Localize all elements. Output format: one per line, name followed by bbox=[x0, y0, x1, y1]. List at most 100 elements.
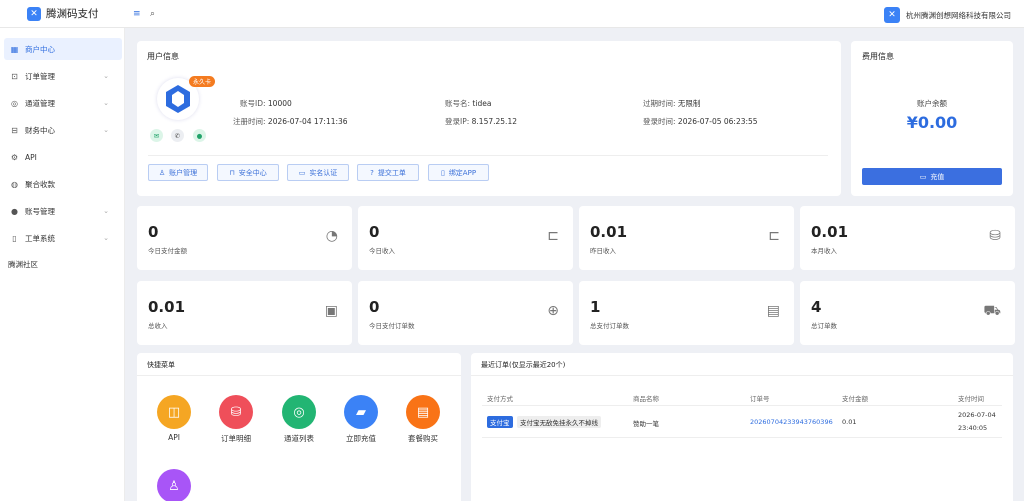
chip-icon: ◫ bbox=[157, 395, 191, 429]
sidebar-item-label: 聚合收款 bbox=[25, 179, 55, 189]
target-icon: ⊕ bbox=[547, 303, 559, 319]
sidebar-item-channels[interactable]: ◎ 通道管理 ⌄ bbox=[0, 92, 125, 114]
coins-icon: ⛁ bbox=[989, 228, 1001, 244]
quick-item-package[interactable]: ▤ 套餐购买 bbox=[403, 395, 443, 444]
stat-label: 总收入 bbox=[148, 322, 168, 330]
stat-label: 今日收入 bbox=[369, 247, 395, 255]
phone-icon[interactable]: ✆ bbox=[171, 129, 184, 142]
company[interactable]: ✕ 杭州腾渊创想网络科技有限公司 bbox=[884, 7, 1011, 23]
account-management-button[interactable]: ♙ 账户管理 bbox=[148, 164, 208, 181]
login-ip: 登录IP: 8.157.25.12 bbox=[445, 117, 517, 126]
cash-icon: ▣ bbox=[324, 303, 338, 319]
quick-item-label: 套餐购买 bbox=[408, 434, 438, 443]
lifebuoy-icon: ◎ bbox=[282, 395, 316, 429]
quick-item-label: 立即充值 bbox=[346, 434, 376, 443]
clipboard-icon: ▤ bbox=[406, 395, 440, 429]
stat-card: 4 总订单数 ⛟ bbox=[800, 281, 1015, 345]
bind-app-button[interactable]: ▯ 绑定APP bbox=[428, 164, 489, 181]
divider bbox=[471, 375, 1013, 376]
sidebar-item-aggregate[interactable]: ◍ 聚合收款 bbox=[0, 173, 125, 195]
payment-method-note: 支付宝无敌免挂永久不掉线 bbox=[517, 416, 601, 428]
id-card-icon: ▭ bbox=[298, 168, 306, 177]
lock-icon: ⊓ bbox=[229, 168, 235, 177]
stat-value: 0.01 bbox=[590, 223, 628, 241]
menu-toggle-icon[interactable]: ≡ bbox=[133, 9, 141, 19]
stat-card: 0.01 昨日收入 ⊏ bbox=[579, 206, 794, 270]
register-time: 注册时间: 2026-07-04 17:11:36 bbox=[233, 117, 348, 126]
payment-time: 23:40:05 bbox=[958, 424, 988, 432]
stat-value: 0 bbox=[148, 223, 159, 241]
email-icon[interactable]: ✉ bbox=[150, 129, 163, 142]
sidebar-item-finance[interactable]: ⊟ 财务中心 ⌄ bbox=[0, 119, 125, 141]
stat-card: 0 今日收入 ⊏ bbox=[358, 206, 573, 270]
user-icon: ♙ bbox=[158, 168, 166, 177]
sidebar-item-tickets[interactable]: ▯ 工单系统 ⌄ bbox=[0, 227, 125, 249]
column-header: 支付金额 bbox=[842, 395, 868, 403]
quick-item-channel-list[interactable]: ◎ 通道列表 bbox=[279, 395, 319, 444]
quick-item-order-details[interactable]: ⛁ 订单明细 bbox=[216, 395, 256, 444]
submit-ticket-button[interactable]: ? 提交工单 bbox=[357, 164, 419, 181]
quick-item-api[interactable]: ◫ API bbox=[154, 395, 194, 442]
sidebar-item-label: 工单系统 bbox=[25, 233, 55, 243]
sidebar-item-orders[interactable]: ⊡ 订单管理 ⌄ bbox=[0, 65, 125, 87]
brand[interactable]: ✕ 腾渊码支付 bbox=[27, 6, 99, 21]
recharge-button[interactable]: ▭ 充值 bbox=[862, 168, 1002, 185]
grid-icon: ▦ bbox=[10, 44, 19, 54]
globe-icon: ◎ bbox=[11, 98, 18, 108]
chevron-down-icon: ⌄ bbox=[103, 72, 109, 80]
quick-item-label: 通道列表 bbox=[284, 434, 314, 443]
sidebar-item-accounts[interactable]: ● 账号管理 ⌄ bbox=[0, 200, 125, 222]
payment-date: 2026-07-04 bbox=[958, 411, 996, 419]
user-icon: ♙ bbox=[157, 469, 191, 501]
company-name: 杭州腾渊创想网络科技有限公司 bbox=[906, 10, 1011, 20]
button-label: 账户管理 bbox=[169, 168, 198, 177]
real-name-auth-button[interactable]: ▭ 实名认证 bbox=[287, 164, 349, 181]
briefcase-icon: ⊟ bbox=[11, 125, 18, 135]
user-icon: ● bbox=[11, 206, 18, 216]
login-time: 登录时间: 2026-07-05 06:23:55 bbox=[643, 117, 758, 126]
card-title: 最近订单(仅显示最近20个) bbox=[481, 361, 566, 369]
sidebar-item-label: 腾渊社区 bbox=[8, 259, 38, 269]
book-icon: ▯ bbox=[12, 233, 17, 243]
quick-item-user[interactable]: ♙ bbox=[154, 469, 194, 501]
stat-label: 昨日收入 bbox=[590, 247, 616, 255]
quick-item-recharge[interactable]: ▰ 立即充值 bbox=[341, 395, 381, 444]
button-label: 提交工单 bbox=[377, 168, 406, 177]
column-header: 商品名称 bbox=[633, 395, 659, 403]
fee-info-card: 费用信息 账户余额 ¥0.00 ▭ 充值 bbox=[851, 41, 1013, 196]
stat-label: 总订单数 bbox=[811, 322, 837, 330]
gauge-icon: ◔ bbox=[325, 228, 338, 244]
stat-card: 0.01 总收入 ▣ bbox=[137, 281, 352, 345]
sidebar-item-api[interactable]: ⚙ API bbox=[0, 146, 125, 168]
balance-value: ¥0.00 bbox=[906, 113, 958, 132]
wallet-icon: ▰ bbox=[344, 395, 378, 429]
product-name: 赞助一笔 bbox=[633, 420, 659, 428]
card-title: 快捷菜单 bbox=[147, 361, 175, 369]
stat-value: 0 bbox=[369, 298, 380, 316]
account-id: 账号ID: 10000 bbox=[240, 99, 292, 108]
sidebar-item-merchant-center[interactable]: ▦ 商户中心 bbox=[4, 38, 122, 60]
sidebar-item-label: 商户中心 bbox=[25, 44, 55, 54]
stat-card: 0 今日支付订单数 ⊕ bbox=[358, 281, 573, 345]
user-verified-icon[interactable]: ● bbox=[193, 129, 206, 142]
order-number-link[interactable]: 20260704233943760396 bbox=[750, 418, 833, 426]
sidebar-item-community[interactable]: 腾渊社区 bbox=[0, 253, 125, 275]
card-title: 费用信息 bbox=[862, 52, 894, 61]
bag-icon: ⊡ bbox=[11, 71, 18, 81]
sidebar-item-label: 订单管理 bbox=[25, 71, 55, 81]
button-label: 实名认证 bbox=[309, 168, 338, 177]
stat-card: 0 今日支付金额 ◔ bbox=[137, 206, 352, 270]
column-header: 支付方式 bbox=[487, 395, 513, 403]
stat-label: 总支付订单数 bbox=[590, 322, 629, 330]
folder-icon: ⊏ bbox=[547, 228, 559, 244]
stat-value: 0 bbox=[369, 223, 380, 241]
stat-label: 今日支付订单数 bbox=[369, 322, 415, 330]
payment-method-tag: 支付宝 bbox=[487, 416, 513, 428]
payment-amount: 0.01 bbox=[842, 418, 857, 426]
column-header: 支付时间 bbox=[958, 395, 984, 403]
search-icon[interactable]: ⌕ bbox=[150, 9, 155, 19]
divider bbox=[482, 437, 1002, 438]
security-center-button[interactable]: ⊓ 安全中心 bbox=[217, 164, 279, 181]
button-label: 充值 bbox=[930, 172, 945, 181]
phone-icon: ▯ bbox=[440, 168, 445, 177]
